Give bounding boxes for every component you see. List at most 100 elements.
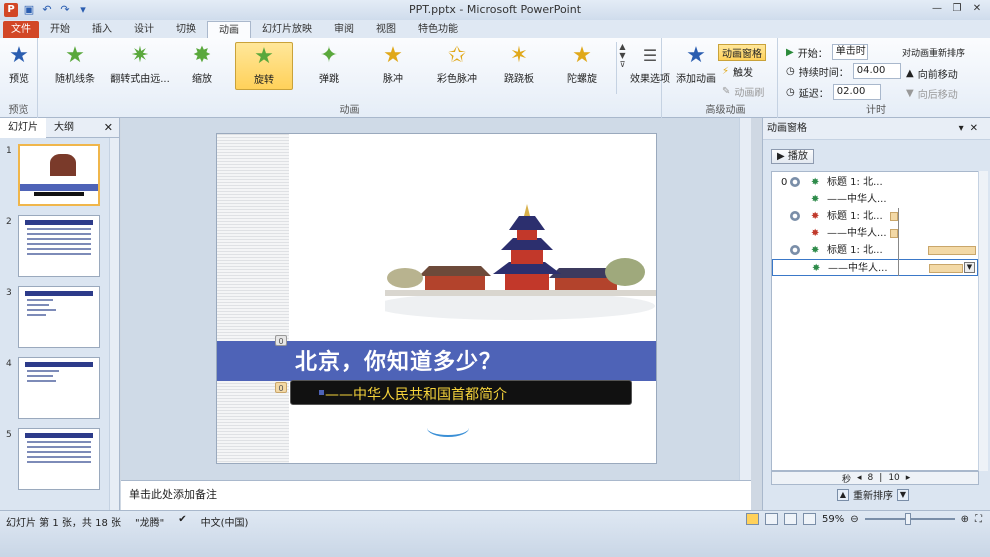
- zoom-slider-thumb[interactable]: [904, 513, 911, 525]
- anim-zoom[interactable]: ✸ 缩放: [173, 42, 231, 90]
- slide-thumb-1[interactable]: 1: [0, 144, 110, 210]
- effect-options-button[interactable]: ☰ 效果选项: [630, 42, 670, 90]
- zoom-out-icon[interactable]: ⊖: [850, 514, 858, 525]
- anim-bounce[interactable]: ✦ 弹跳: [300, 42, 358, 90]
- move-later-button[interactable]: ▼ 向后移动: [906, 86, 958, 101]
- slide-thumb-4[interactable]: 4: [0, 357, 110, 423]
- preview-button[interactable]: ★ 预览: [0, 42, 38, 90]
- tab-features[interactable]: 特色功能: [407, 21, 469, 38]
- gallery-scroll[interactable]: ▲ ▼ ⊽: [616, 42, 628, 94]
- anim-painter-button[interactable]: ✎ 动画刷: [722, 84, 764, 99]
- zoom-in-icon[interactable]: ⊕: [961, 514, 969, 525]
- anim-pane-button[interactable]: 动画窗格: [718, 44, 766, 61]
- anim-random-bars[interactable]: ★ 随机线条: [46, 42, 104, 90]
- tab-file[interactable]: 文件: [3, 21, 39, 38]
- reading-view-button[interactable]: [783, 513, 797, 525]
- play-button[interactable]: ▶ 播放: [771, 149, 814, 164]
- tab-animations[interactable]: 动画: [207, 21, 251, 38]
- animation-pane-title: 动画窗格: [767, 123, 807, 134]
- anim-teeter[interactable]: ✶ 跷跷板: [490, 42, 548, 90]
- move-up-button[interactable]: ▲: [837, 488, 849, 501]
- anim-spin-top[interactable]: ★ 陀螺旋: [553, 42, 611, 90]
- zoom-level[interactable]: 59%: [822, 514, 844, 525]
- close-icon[interactable]: ✕: [104, 121, 113, 134]
- tab-transitions[interactable]: 切换: [165, 21, 207, 38]
- slideshow-view-button[interactable]: [802, 513, 816, 525]
- delay-input[interactable]: 02.00: [832, 84, 881, 100]
- anim-item-5[interactable]: ✸ 标题 1: 北...: [772, 242, 978, 259]
- spellcheck-icon[interactable]: ✔: [178, 514, 186, 529]
- anim-spin[interactable]: ★ 旋转: [235, 42, 293, 90]
- redo-icon[interactable]: ↷: [58, 3, 72, 17]
- animation-list: 0 ✸ 标题 1: 北... ✸ ——中华人... ✸ 标题 1: 北... ✸…: [771, 171, 979, 471]
- zoom-slider[interactable]: [864, 513, 955, 525]
- anim-color-pulse[interactable]: ✩ 彩色脉冲: [428, 42, 486, 90]
- minimize-button[interactable]: —: [928, 1, 946, 17]
- slide-thumb-3[interactable]: 3: [0, 286, 110, 352]
- advanced-animation-group: ★ 添加动画 动画窗格 ⚡ 触发 ✎ 动画刷 高级动画: [674, 38, 778, 118]
- close-button[interactable]: ✕: [968, 1, 986, 17]
- subtitle-box[interactable]: ——中华人民共和国首都简介: [290, 380, 632, 405]
- notes-pane[interactable]: 单击此处添加备注: [121, 480, 751, 510]
- notes-placeholder: 单击此处添加备注: [129, 488, 217, 501]
- mouse-click-icon: [790, 211, 800, 221]
- language-indicator[interactable]: 中文(中国): [201, 514, 249, 529]
- ribbon: ★ 预览 预览 ★ 随机线条 ✷ 翻转式由远... ✸ 缩放 ★ 旋转 ✦ 弹跳 ★ 脉冲 …: [0, 38, 990, 118]
- powerpoint-app-icon[interactable]: P: [4, 3, 18, 17]
- fit-window-icon[interactable]: ⛶: [975, 514, 982, 525]
- lightning-icon: ⚡: [722, 66, 730, 77]
- tab-home[interactable]: 开始: [39, 21, 81, 38]
- add-animation-button[interactable]: ★ 添加动画: [676, 42, 716, 90]
- chevron-left-icon[interactable]: ◂: [857, 473, 862, 483]
- tab-view[interactable]: 视图: [365, 21, 407, 38]
- anim-item-1[interactable]: 0 ✸ 标题 1: 北...: [772, 174, 978, 191]
- chevron-down-icon[interactable]: ▾: [959, 123, 970, 134]
- chevron-right-icon[interactable]: ▸: [906, 473, 911, 483]
- tab-slideshow[interactable]: 幻灯片放映: [251, 21, 323, 38]
- customize-qat-icon[interactable]: ▾: [76, 3, 90, 17]
- play-icon: ▶: [786, 46, 794, 58]
- clock-icon: ◷: [786, 86, 795, 98]
- tab-review[interactable]: 审阅: [323, 21, 365, 38]
- slide-thumb-2[interactable]: 2: [0, 215, 110, 281]
- tab-outline[interactable]: 大纲: [46, 118, 82, 138]
- timeline-unit[interactable]: 秒: [842, 472, 851, 485]
- anim-item-6[interactable]: ✸ ——中华人... ▼: [772, 259, 978, 276]
- save-icon[interactable]: ▣: [22, 3, 36, 17]
- start-select[interactable]: 单击时: [831, 44, 868, 60]
- trigger-button[interactable]: ⚡ 触发: [722, 64, 753, 79]
- thumbnail: [18, 286, 100, 348]
- slide-counter: 幻灯片 第 1 张，共 18 张: [6, 518, 121, 529]
- anim-pulse[interactable]: ★ 脉冲: [364, 42, 422, 90]
- move-earlier-button[interactable]: ▲ 向前移动: [906, 66, 958, 81]
- anim-item-2[interactable]: ✸ ——中华人...: [772, 191, 978, 208]
- slide-canvas[interactable]: 北京，你知道多少？ 0 ——中华人民共和国首都简介 0: [216, 133, 657, 464]
- slide-thumb-5[interactable]: 5: [0, 428, 110, 494]
- thumbnail: [18, 215, 100, 277]
- up-arrow-icon: ▲: [906, 68, 914, 79]
- slide-title[interactable]: 北京，你知道多少？: [295, 344, 502, 376]
- star-icon: ✩: [447, 43, 467, 68]
- list-icon: ☰: [642, 46, 658, 65]
- tab-insert[interactable]: 插入: [81, 21, 123, 38]
- close-icon[interactable]: ✕: [970, 123, 984, 134]
- tab-design[interactable]: 设计: [123, 21, 165, 38]
- timing-bar: [890, 212, 898, 221]
- anim-item-3[interactable]: ✸ 标题 1: 北...: [772, 208, 978, 225]
- normal-view-button[interactable]: [745, 513, 759, 525]
- star-icon: ★: [9, 43, 29, 68]
- undo-icon[interactable]: ↶: [40, 3, 54, 17]
- slide-sorter-button[interactable]: [764, 513, 778, 525]
- theme-name: "龙腾": [134, 518, 165, 529]
- anim-flip[interactable]: ✷ 翻转式由远...: [108, 42, 172, 90]
- duration-input[interactable]: 04.00: [852, 63, 901, 79]
- tab-slides[interactable]: 幻灯片: [0, 117, 46, 138]
- timing-bar: [929, 264, 963, 273]
- anim-item-4[interactable]: ✸ ——中华人...: [772, 225, 978, 242]
- restore-button[interactable]: ❐: [948, 1, 966, 17]
- chevron-down-icon[interactable]: ▼: [964, 262, 975, 273]
- slides-scrollbar[interactable]: [109, 138, 119, 510]
- move-down-button[interactable]: ▼: [897, 488, 909, 501]
- slide-scrollbar[interactable]: [739, 118, 751, 480]
- animation-list-scrollbar[interactable]: [978, 171, 988, 471]
